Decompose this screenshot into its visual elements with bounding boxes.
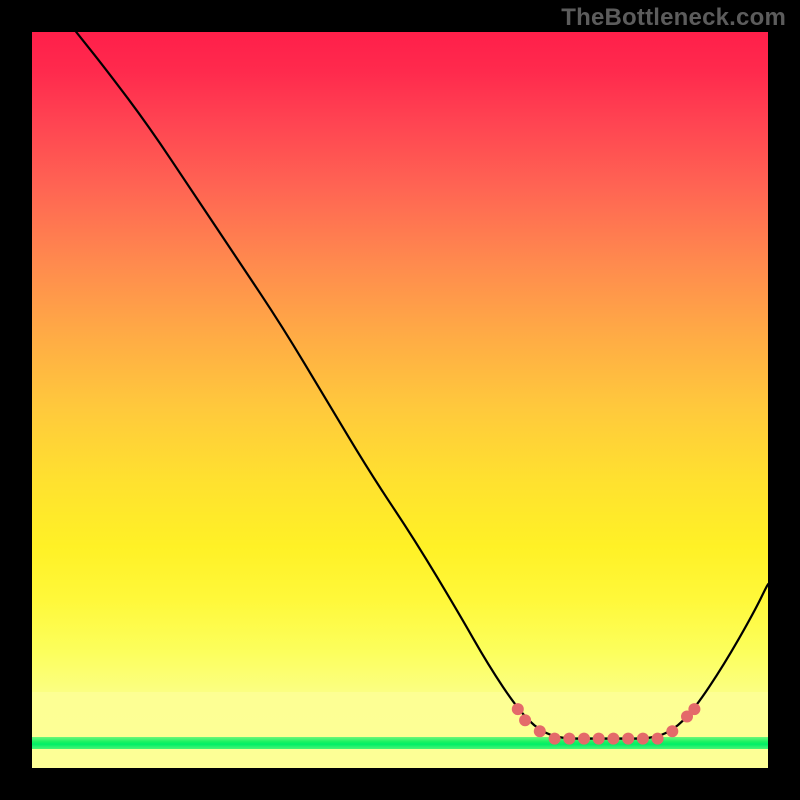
data-marker: [607, 733, 619, 745]
data-marker: [652, 733, 664, 745]
data-marker: [512, 703, 524, 715]
chart-frame: TheBottleneck.com: [0, 0, 800, 800]
data-marker: [622, 733, 634, 745]
plot-area: [32, 32, 768, 768]
watermark-text: TheBottleneck.com: [561, 4, 786, 32]
data-marker: [688, 703, 700, 715]
data-marker: [563, 733, 575, 745]
data-marker: [666, 725, 678, 737]
chart-svg: [32, 32, 768, 768]
data-marker: [578, 733, 590, 745]
bottleneck-curve: [76, 32, 768, 739]
data-marker: [593, 733, 605, 745]
data-marker: [549, 733, 561, 745]
data-marker: [637, 733, 649, 745]
data-marker: [519, 714, 531, 726]
data-marker: [534, 725, 546, 737]
